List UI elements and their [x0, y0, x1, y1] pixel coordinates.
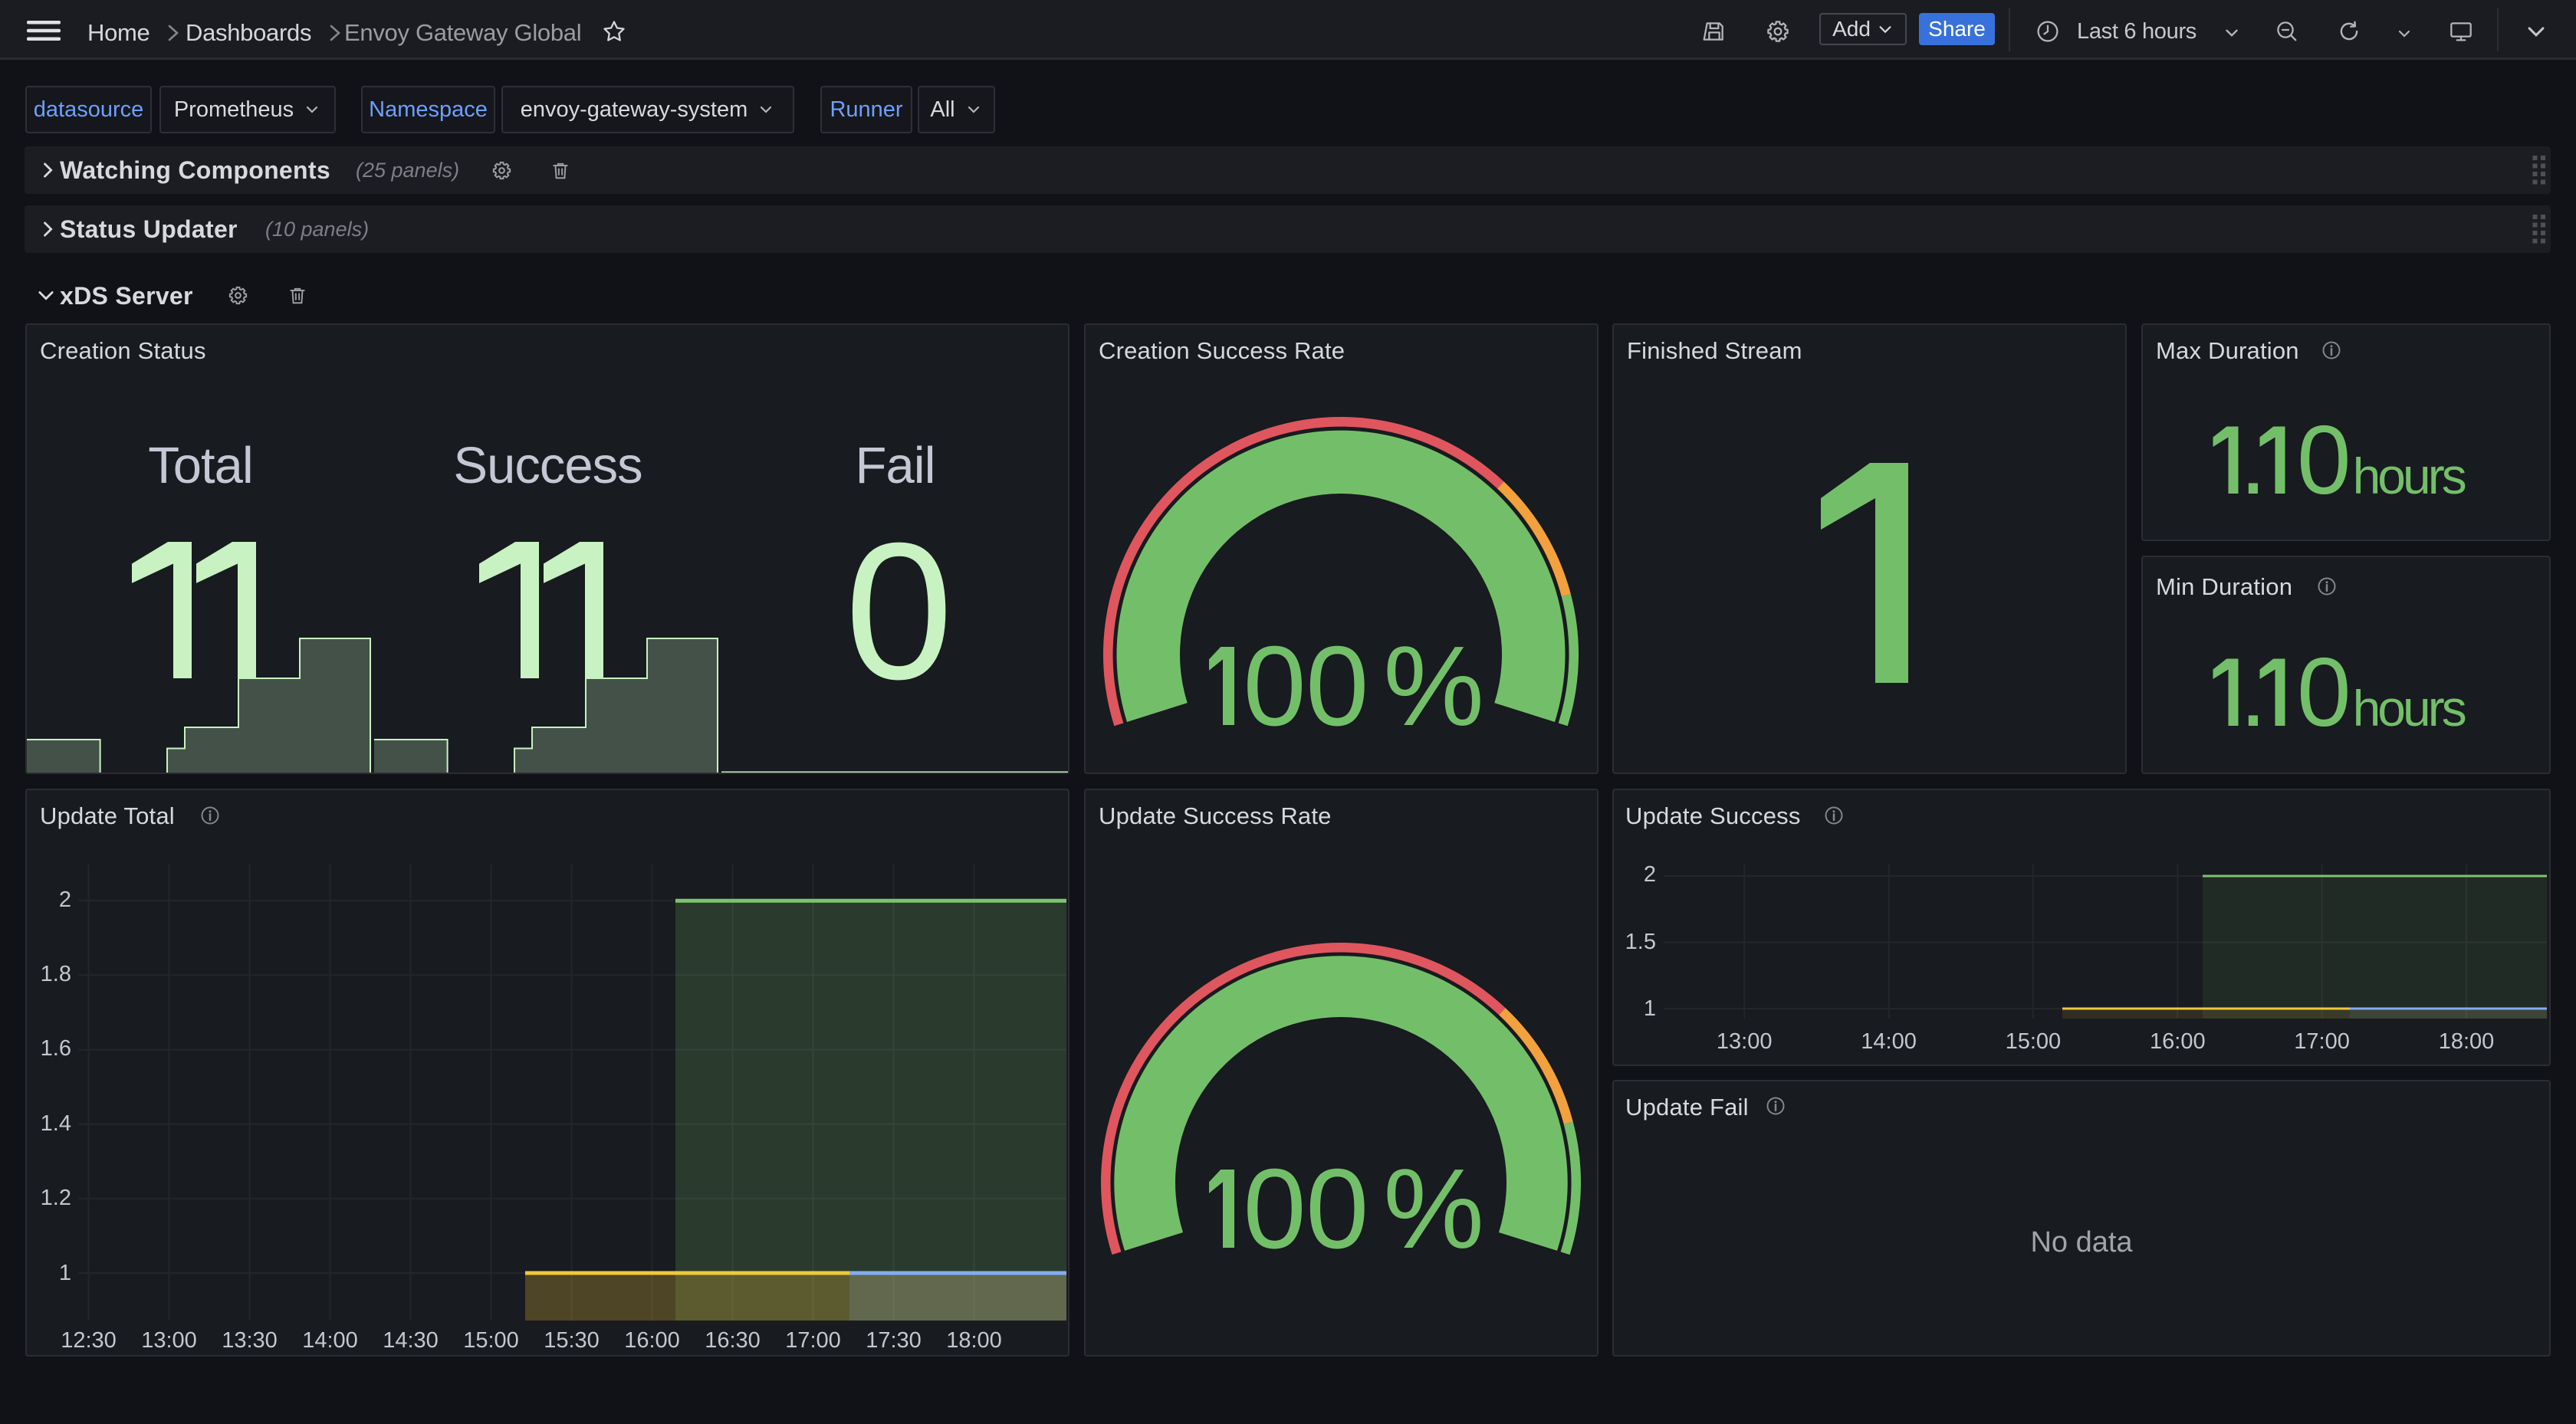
svg-text:0: 0	[2297, 405, 2351, 514]
svg-text:0: 0	[1243, 1146, 1306, 1272]
svg-text:.: .	[2239, 638, 2266, 746]
svg-text:hours: hours	[2353, 448, 2466, 504]
svg-text:.: .	[2239, 405, 2266, 514]
svg-text:%: %	[1383, 1146, 1484, 1272]
svg-text:0: 0	[1306, 1146, 1368, 1272]
svg-text:0: 0	[2297, 638, 2351, 746]
svg-text:0: 0	[1306, 623, 1368, 750]
svg-text:%: %	[1383, 623, 1484, 750]
svg-text:hours: hours	[2353, 680, 2466, 737]
svg-text:0: 0	[845, 502, 953, 720]
svg-text:0: 0	[1243, 623, 1306, 750]
